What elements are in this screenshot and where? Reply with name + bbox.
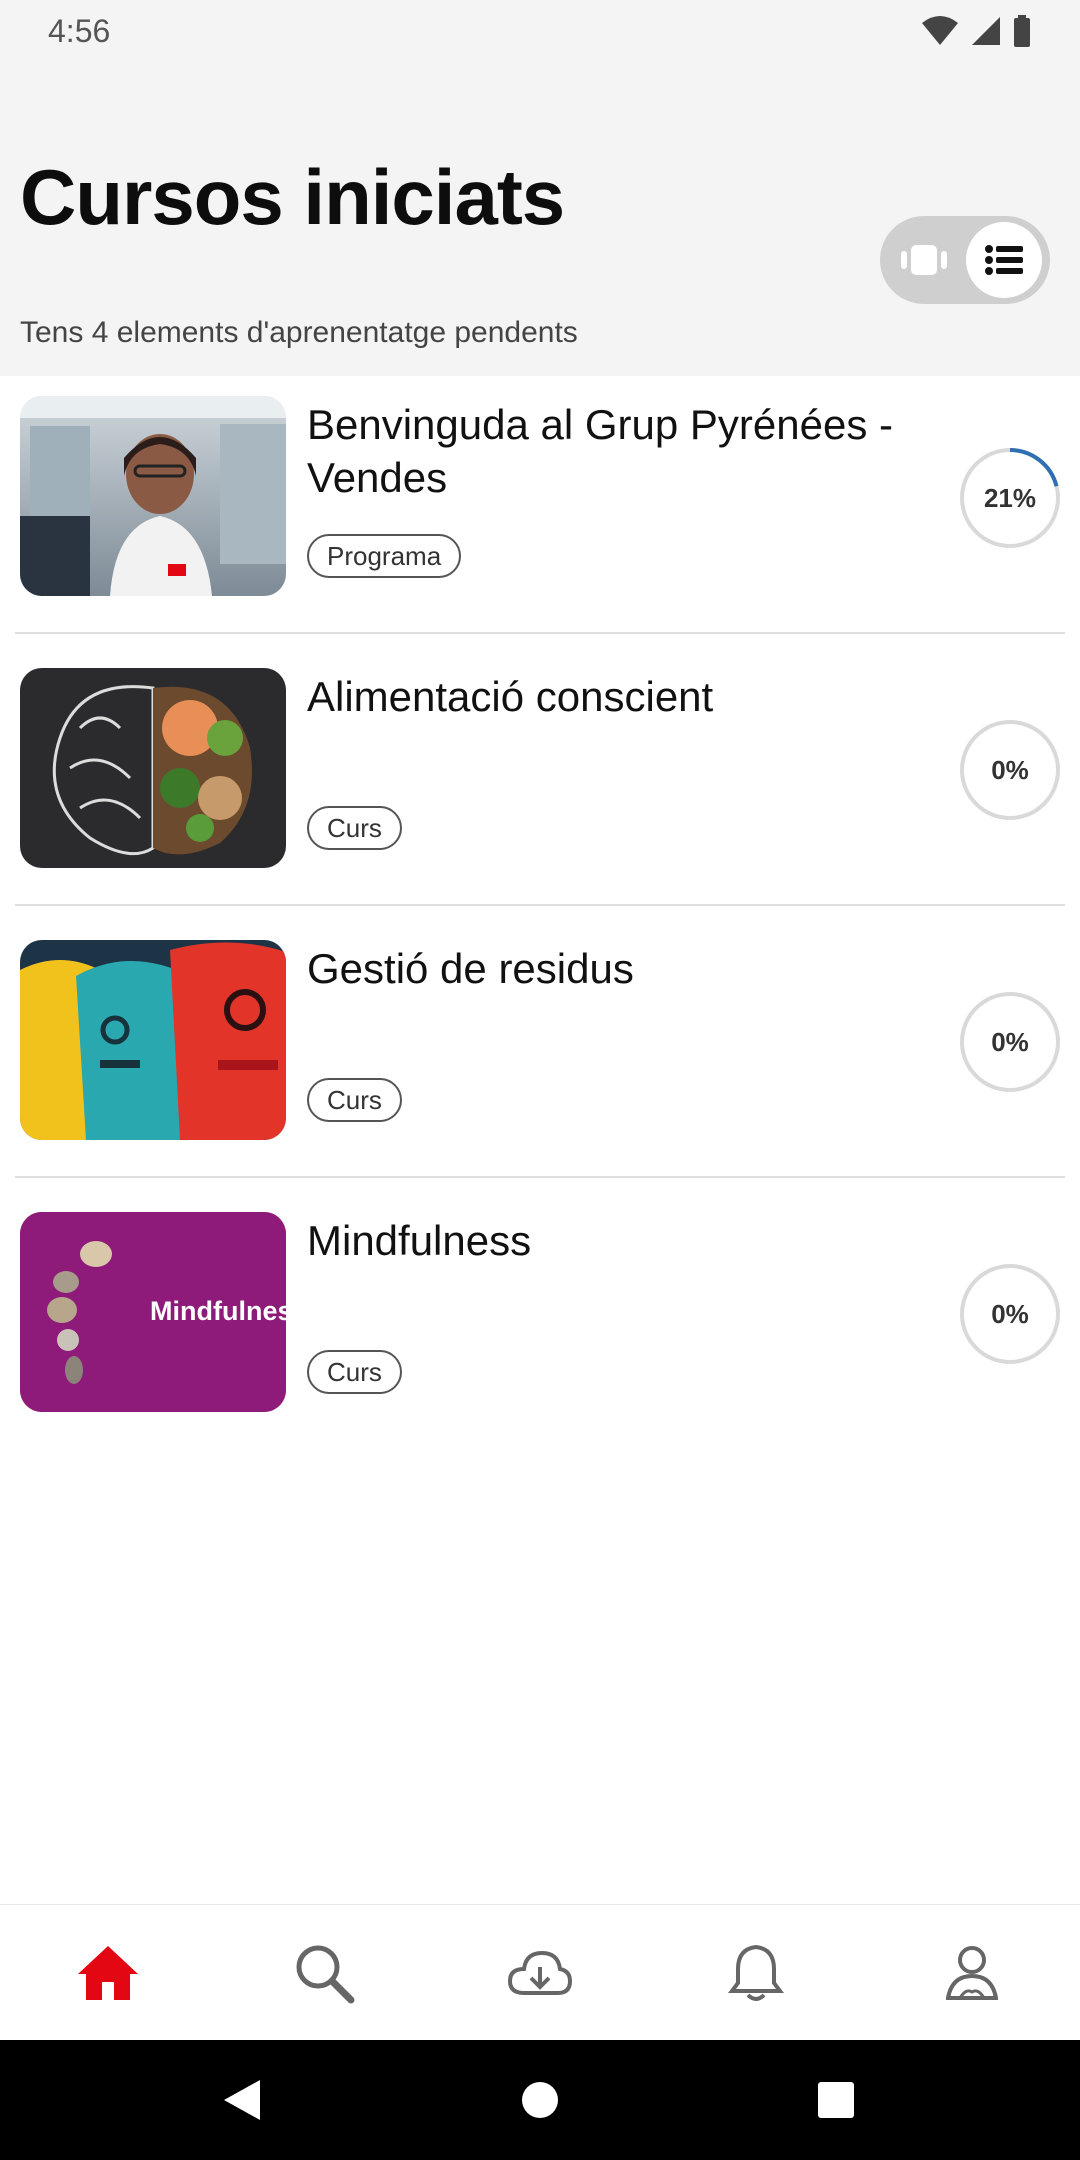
profile-icon <box>946 1946 998 2000</box>
course-item[interactable]: Gestió de residus Curs 0% <box>0 920 1080 1192</box>
course-type-badge: Programa <box>307 534 462 578</box>
progress-label: 0% <box>991 1298 1029 1329</box>
list-view-icon <box>985 245 1023 275</box>
status-bar: 4:56 <box>0 0 1080 62</box>
course-type-badge: Curs <box>307 1078 402 1122</box>
wifi-icon <box>922 16 958 45</box>
progress-label: 0% <box>991 754 1029 785</box>
nav-home[interactable] <box>0 1905 216 2041</box>
status-icons <box>920 15 1032 47</box>
page-title: Cursos iniciats <box>20 153 565 241</box>
home-icon <box>78 1946 138 2000</box>
system-recents-button[interactable] <box>776 2040 896 2160</box>
brain-food-photo <box>20 668 286 868</box>
course-thumbnail <box>20 668 286 868</box>
page-subtitle: Tens 4 elements d'aprenentatge pendents <box>20 316 578 349</box>
thumbnail-text: Mindfulness <box>150 1296 286 1326</box>
nav-downloads[interactable] <box>432 1905 648 2041</box>
mindfulness-stones: Mindfulness <box>20 1212 286 1412</box>
bell-icon <box>728 1944 784 2001</box>
course-title: Mindfulness <box>307 1217 532 1264</box>
system-back-button[interactable] <box>182 2040 302 2160</box>
course-title: Benvinguda al Grup Pyrénées - Vendes <box>307 401 894 501</box>
recents-icon <box>818 2082 854 2118</box>
status-time: 4:56 <box>48 12 111 49</box>
course-title: Alimentació conscient <box>307 673 714 720</box>
course-item[interactable]: Alimentació conscient Curs 0% <box>0 648 1080 920</box>
divider <box>15 904 1065 906</box>
recycling-bins-photo <box>20 940 286 1140</box>
course-item[interactable]: Mindfulness Mindfulness Curs 0% <box>0 1192 1080 1464</box>
nav-profile[interactable] <box>864 1905 1080 2041</box>
card-view-icon <box>901 245 947 275</box>
person-photo <box>20 396 286 596</box>
course-type-badge: Curs <box>307 1350 402 1394</box>
nav-search[interactable] <box>216 1905 432 2041</box>
nav-notifications[interactable] <box>648 1905 864 2041</box>
home-circle-icon <box>522 2082 558 2118</box>
signal-icon <box>972 17 1000 45</box>
system-navigation-bar <box>0 2040 1080 2160</box>
progress-label: 21% <box>983 482 1037 513</box>
course-item[interactable]: Benvinguda al Grup Pyrénées - Vendes Pro… <box>0 376 1080 648</box>
course-thumbnail <box>20 396 286 596</box>
divider <box>15 632 1065 634</box>
system-home-button[interactable] <box>480 2040 600 2160</box>
course-thumbnail: Mindfulness <box>20 1212 286 1412</box>
course-title: Gestió de residus <box>307 945 634 992</box>
battery-icon <box>1014 15 1030 47</box>
bottom-navigation <box>0 1904 1080 2040</box>
course-thumbnail <box>20 940 286 1140</box>
view-mode-toggle[interactable] <box>880 216 1050 304</box>
cloud-download-icon <box>508 1950 572 1995</box>
list-view-button[interactable] <box>966 222 1042 298</box>
course-type-badge: Curs <box>307 806 402 850</box>
back-icon <box>224 2080 260 2120</box>
divider <box>15 1176 1065 1178</box>
progress-label: 0% <box>991 1026 1029 1057</box>
card-view-button[interactable] <box>894 230 954 290</box>
search-icon <box>296 1945 355 2004</box>
